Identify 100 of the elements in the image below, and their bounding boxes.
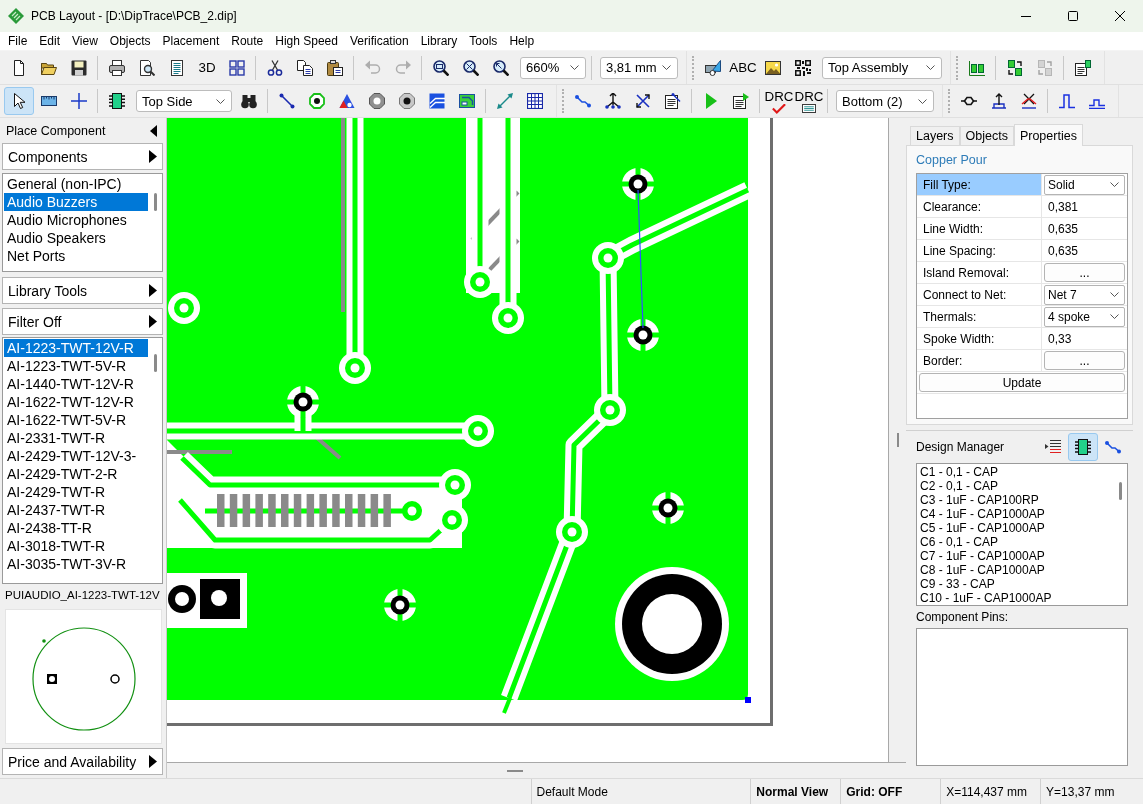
design-item[interactable]: C4 - 1uF - CAP1000AP xyxy=(920,507,1113,521)
category-item[interactable]: Audio Speakers xyxy=(4,229,148,247)
zoom-fit-icon xyxy=(493,59,509,76)
design-item[interactable]: C3 - 1uF - CAP100RP xyxy=(920,493,1113,507)
status-text: Normal View xyxy=(756,784,829,799)
category-item[interactable]: Net Ports xyxy=(4,247,148,265)
category-item[interactable]: Audio Buzzers xyxy=(4,193,148,211)
scrollbar-thumb[interactable] xyxy=(153,193,157,211)
component-item[interactable]: AI-1440-TWT-12V-R xyxy=(4,375,148,393)
category-item[interactable]: Audio Microphones xyxy=(4,211,148,229)
property-label: Clearance: xyxy=(917,196,1042,218)
menu-item[interactable]: Help xyxy=(503,34,541,48)
component-item[interactable]: AI-2429-TWT-R xyxy=(4,483,148,501)
text-button[interactable]: ABC xyxy=(728,53,758,82)
layer-side-dropdown[interactable]: Top Side xyxy=(136,90,232,112)
view-layer-dropdown[interactable]: Top Assembly xyxy=(822,56,942,79)
property-dropdown[interactable]: 4 spoke xyxy=(1044,306,1125,327)
design-item[interactable]: C1 - 0,1 - CAP xyxy=(920,465,1113,479)
component-item[interactable]: AI-1622-TWT-12V-R xyxy=(4,393,148,411)
menu-item[interactable]: Edit xyxy=(33,34,67,48)
property-dropdown[interactable]: Solid xyxy=(1044,174,1125,195)
app-logo-icon xyxy=(8,8,24,24)
grip-icon[interactable] xyxy=(896,433,899,447)
library-tools-button[interactable]: Library Tools xyxy=(2,277,163,304)
components-view-button[interactable] xyxy=(1068,433,1098,461)
property-dropdown[interactable]: Net 7 xyxy=(1044,284,1125,305)
menu-item[interactable]: Route xyxy=(225,34,270,48)
design-item[interactable]: C7 - 1uF - CAP1000AP xyxy=(920,549,1113,563)
menu-item[interactable]: View xyxy=(66,34,104,48)
check-icon xyxy=(772,103,786,114)
filter-button[interactable]: Filter Off xyxy=(2,308,163,335)
component-item[interactable]: AI-1223-TWT-5V-R xyxy=(4,357,148,375)
pcb-pad xyxy=(168,292,200,324)
property-button[interactable]: ... xyxy=(1044,263,1125,282)
menu-item[interactable]: File xyxy=(2,34,34,48)
component-item[interactable]: AI-3035-TWT-3V-R xyxy=(4,555,148,573)
connector-pin xyxy=(357,494,366,527)
menu-item[interactable]: Tools xyxy=(463,34,504,48)
status-text: X=114,437 mm xyxy=(946,784,1027,799)
property-value[interactable]: 0,33 xyxy=(1044,331,1072,346)
menu-item[interactable]: Placement xyxy=(156,34,226,48)
document-chip-icon xyxy=(1075,59,1091,76)
property-value[interactable]: 0,635 xyxy=(1044,243,1079,258)
component-item[interactable]: AI-2437-TWT-R xyxy=(4,501,148,519)
component-item[interactable]: AI-2429-TWT-2-R xyxy=(4,465,148,483)
components-button[interactable]: Components xyxy=(2,143,163,170)
component-item[interactable]: AI-1223-TWT-12V-R xyxy=(4,339,148,357)
undo-icon xyxy=(365,59,381,76)
design-item[interactable]: C9 - 33 - CAP xyxy=(920,577,1113,591)
report-icon xyxy=(802,104,816,113)
menu-item[interactable]: Library xyxy=(414,34,464,48)
component-item[interactable]: AI-2429-TWT-12V-3- xyxy=(4,447,148,465)
zoom-dropdown[interactable]: 660% xyxy=(520,56,586,79)
grip-icon[interactable] xyxy=(507,769,523,772)
window-title: PCB Layout - [D:\DipTrace\PCB_2.dip] xyxy=(31,9,238,23)
chevron-down-icon xyxy=(1110,292,1119,297)
property-value[interactable]: 0,635 xyxy=(1044,221,1079,236)
design-item[interactable]: C6 - 0,1 - CAP xyxy=(920,535,1113,549)
component-item[interactable]: AI-1622-TWT-5V-R xyxy=(4,411,148,429)
ruler-icon xyxy=(41,93,57,109)
crossed-lines-icon xyxy=(635,93,651,109)
new-file-icon xyxy=(11,59,27,76)
design-item[interactable]: C2 - 0,1 - CAP xyxy=(920,479,1113,493)
vertex-handle[interactable] xyxy=(745,697,751,703)
chips-icon xyxy=(969,59,985,76)
tab[interactable]: Properties xyxy=(1013,124,1083,146)
menu-item[interactable]: Verification xyxy=(343,34,415,48)
copper-pour-icon xyxy=(429,93,445,109)
property-label: Line Width: xyxy=(917,218,1042,240)
design-item[interactable]: C5 - 1uF - CAP1000AP xyxy=(920,521,1113,535)
pcb-pad xyxy=(402,501,422,521)
category-item[interactable]: General (non-IPC) xyxy=(4,175,148,193)
property-button[interactable]: ... xyxy=(1044,351,1125,370)
drc-check-button[interactable]: DRC xyxy=(764,87,794,115)
component-item[interactable]: AI-3018-TWT-R xyxy=(4,537,148,555)
scrollbar-thumb[interactable] xyxy=(1118,482,1122,500)
arrow-left-icon[interactable] xyxy=(150,124,157,137)
square-pad xyxy=(46,673,57,684)
tab[interactable]: Objects xyxy=(959,126,1014,145)
3d-view-button[interactable]: 3D xyxy=(192,53,222,82)
active-layer-dropdown[interactable]: Bottom (2) xyxy=(836,90,934,112)
scrollbar-thumb[interactable] xyxy=(153,354,157,372)
price-availability-button[interactable]: Price and Availability xyxy=(2,748,163,775)
status-text: Y=13,37 mm xyxy=(1046,784,1115,799)
property-value[interactable]: 0,381 xyxy=(1044,199,1079,214)
print-preview-icon xyxy=(139,59,155,76)
component-item[interactable]: AI-2331-TWT-R xyxy=(4,429,148,447)
design-item[interactable]: C8 - 1uF - CAP1000AP xyxy=(920,563,1113,577)
drc-report-button[interactable]: DRC xyxy=(794,87,824,115)
menu-item[interactable]: Objects xyxy=(103,34,157,48)
tab[interactable]: Layers xyxy=(910,126,960,145)
pcb-pad xyxy=(168,585,196,613)
grid-size-dropdown[interactable]: 3,81 mm xyxy=(600,56,678,79)
update-button[interactable]: Update xyxy=(919,373,1125,392)
component-item[interactable]: AI-2438-TT-R xyxy=(4,519,148,537)
pointer-button[interactable] xyxy=(4,87,34,115)
status-text: Grid: OFF xyxy=(846,784,903,799)
property-label: Island Removal: xyxy=(917,262,1042,284)
design-item[interactable]: C10 - 1uF - CAP1000AP xyxy=(920,591,1113,605)
menu-item[interactable]: High Speed xyxy=(269,34,344,48)
